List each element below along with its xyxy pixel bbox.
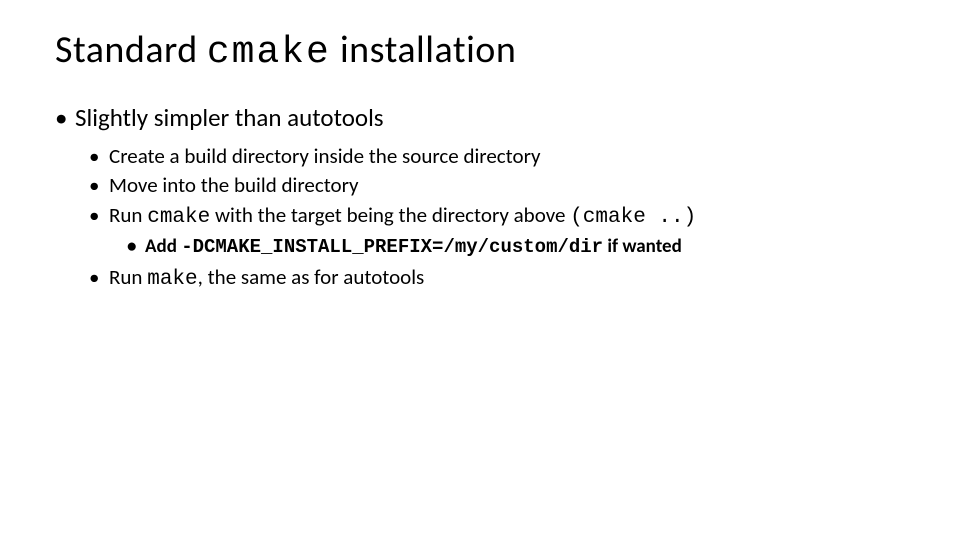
list-item: Create a build directory inside the sour…: [89, 143, 905, 170]
list-item: Run make, the same as for autotools: [89, 264, 905, 293]
lvl3-text-pre: Add: [145, 235, 181, 258]
title-code: cmake: [207, 31, 331, 74]
inline-code: cmake: [147, 206, 210, 229]
lvl2-text: Move into the build directory: [109, 172, 359, 198]
lvl2-text-pre: Run: [109, 264, 147, 290]
lvl3-text-post: if wanted: [603, 235, 682, 258]
title-text-pre: Standard: [55, 27, 207, 73]
bullet-list-level1: Slightly simpler than autotools Create a…: [55, 102, 905, 293]
bullet-list-level3: Add -DCMAKE_INSTALL_PREFIX=/my/custom/di…: [109, 235, 905, 260]
list-item: Move into the build directory: [89, 172, 905, 199]
bullet-list-level2: Create a build directory inside the sour…: [75, 143, 905, 293]
title-text-post: installation: [331, 27, 516, 73]
lvl1-text: Slightly simpler than autotools: [75, 102, 384, 133]
lvl2-text-mid: with the target being the directory abov…: [210, 202, 570, 228]
inline-code: (cmake ..): [570, 206, 696, 229]
list-item: Run cmake with the target being the dire…: [89, 202, 905, 260]
inline-code: -DCMAKE_INSTALL_PREFIX=/my/custom/dir: [181, 236, 603, 258]
lvl2-text-pre: Run: [109, 202, 147, 228]
list-item: Add -DCMAKE_INSTALL_PREFIX=/my/custom/di…: [127, 235, 905, 260]
lvl2-text-post: , the same as for autotools: [198, 264, 425, 290]
slide: Standard cmake installation Slightly sim…: [0, 0, 960, 540]
inline-code: make: [147, 268, 197, 291]
slide-title: Standard cmake installation: [55, 30, 905, 74]
lvl2-text: Create a build directory inside the sour…: [109, 143, 541, 169]
list-item: Slightly simpler than autotools Create a…: [55, 102, 905, 293]
